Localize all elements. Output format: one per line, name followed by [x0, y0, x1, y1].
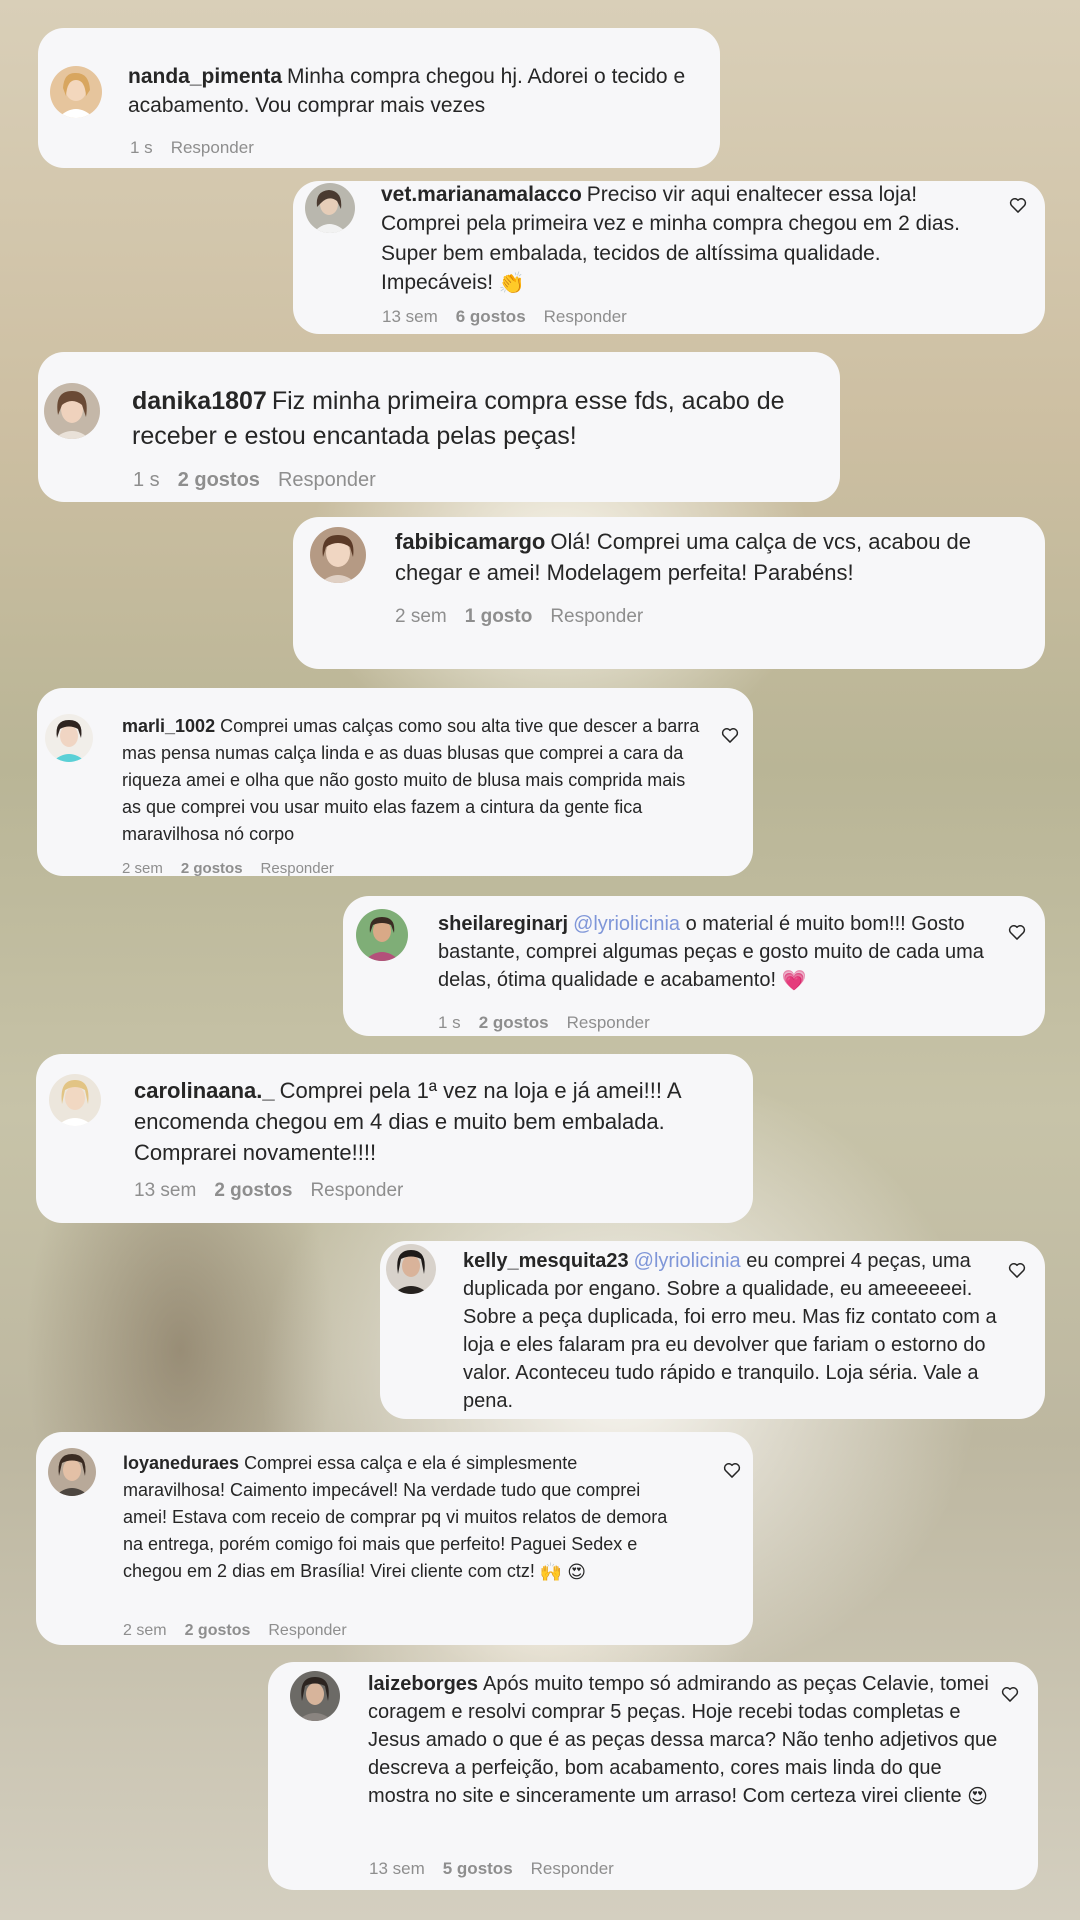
likes-count[interactable]: 2 gostos	[185, 1622, 251, 1639]
avatar[interactable]	[386, 1244, 436, 1294]
comment-time: 13 sem	[369, 1859, 425, 1878]
comment-username[interactable]: loyaneduraes	[123, 1453, 239, 1473]
likes-count[interactable]: 2 gostos	[181, 860, 243, 877]
comment-meta: 2 sem 2 gostos Responder	[122, 860, 352, 877]
reply-button[interactable]: Responder	[261, 860, 334, 877]
avatar[interactable]	[356, 909, 408, 961]
comment-text: loyaneduraes Comprei essa calça e ela é s…	[123, 1450, 683, 1586]
comment-text: danika1807 Fiz minha primeira compra esse…	[132, 384, 822, 454]
reply-button[interactable]: Responder	[567, 1013, 650, 1032]
comment-text: carolinaana._ Comprei pela 1ª vez na loja…	[134, 1076, 724, 1168]
avatar[interactable]	[48, 1448, 96, 1496]
comment-text: vet.marianamalacco Preciso vir aqui enalt…	[381, 180, 981, 298]
reply-button[interactable]: Responder	[171, 138, 254, 157]
comment-body: eu comprei 4 peças, uma duplicada por en…	[463, 1250, 997, 1412]
likes-count[interactable]: 2 gostos	[479, 1013, 549, 1032]
reply-button[interactable]: Responder	[550, 606, 643, 627]
reply-button[interactable]: Responder	[544, 307, 627, 326]
comment-card: loyaneduraes Comprei essa calça e ela é s…	[36, 1432, 753, 1645]
comment-time: 2 sem	[395, 606, 447, 627]
comment-text: kelly_mesquita23 @lyriolicinia eu comprei…	[463, 1247, 998, 1415]
avatar[interactable]	[50, 66, 102, 118]
comment-username[interactable]: danika1807	[132, 387, 267, 415]
raised-hands-heart-eyes-emoji-icon: 🙌 😍	[539, 1561, 587, 1582]
comment-card: sheilareginarj @lyriolicinia o material é…	[343, 896, 1045, 1036]
mention-link[interactable]: @lyriolicinia	[634, 1250, 741, 1272]
clap-emoji-icon: 👏	[498, 271, 526, 295]
like-heart-icon[interactable]	[1007, 922, 1027, 942]
comment-time: 2 sem	[123, 1622, 167, 1639]
comment-username[interactable]: marli_1002	[122, 716, 215, 736]
comment-username[interactable]: laizeborges	[368, 1673, 478, 1695]
comment-card: kelly_mesquita23 @lyriolicinia eu comprei…	[380, 1241, 1045, 1419]
comment-time: 1 s	[438, 1013, 461, 1032]
comment-card: nanda_pimenta Minha compra chegou hj. Ado…	[38, 28, 720, 168]
comment-card: laizeborges Após muito tempo só admirando…	[268, 1662, 1038, 1890]
comment-card: danika1807 Fiz minha primeira compra esse…	[38, 352, 840, 502]
comment-time: 2 sem	[122, 860, 163, 877]
likes-count[interactable]: 2 gostos	[214, 1180, 292, 1201]
comment-meta: 13 sem 6 gostos Responder	[382, 307, 645, 327]
comment-text: marli_1002 Comprei umas calças como sou a…	[122, 713, 704, 848]
comment-text: sheilareginarj @lyriolicinia o material é…	[438, 910, 998, 995]
comment-text: nanda_pimenta Minha compra chegou hj. Ado…	[128, 62, 698, 121]
comment-time: 13 sem	[134, 1180, 197, 1201]
avatar[interactable]	[45, 714, 93, 762]
comment-username[interactable]: nanda_pimenta	[128, 65, 282, 88]
like-heart-icon[interactable]	[720, 725, 740, 745]
comment-card: carolinaana._ Comprei pela 1ª vez na loja…	[36, 1054, 753, 1223]
reply-button[interactable]: Responder	[278, 469, 376, 491]
comment-meta: 2 sem 1 gosto Responder	[395, 606, 661, 628]
comment-time: 1 s	[130, 138, 153, 157]
likes-count[interactable]: 2 gostos	[178, 469, 260, 491]
likes-count[interactable]: 1 gosto	[465, 606, 533, 627]
comment-card: fabibicamargo Olá! Comprei uma calça de v…	[293, 517, 1045, 669]
avatar[interactable]	[310, 527, 366, 583]
comment-meta: 1 s Responder	[130, 138, 272, 158]
comment-username[interactable]: sheilareginarj	[438, 913, 568, 935]
like-heart-icon[interactable]	[1007, 1260, 1027, 1280]
comment-username[interactable]: fabibicamargo	[395, 529, 545, 554]
comment-text: fabibicamargo Olá! Comprei uma calça de v…	[395, 527, 1005, 589]
comment-time: 13 sem	[382, 307, 438, 326]
like-heart-icon[interactable]	[1000, 1684, 1020, 1704]
comment-card: marli_1002 Comprei umas calças como sou a…	[37, 688, 753, 877]
comment-time: 1 s	[133, 469, 160, 491]
reply-button[interactable]: Responder	[310, 1180, 403, 1201]
comment-meta: 2 sem 2 gostos Responder	[123, 1622, 365, 1640]
avatar[interactable]	[44, 383, 100, 439]
avatar[interactable]	[49, 1074, 101, 1126]
comment-text: laizeborges Após muito tempo só admirando…	[368, 1670, 998, 1811]
reply-button[interactable]: Responder	[268, 1622, 346, 1639]
heart-eyes-emoji-icon: 😍	[967, 1785, 988, 1808]
reply-button[interactable]: Responder	[531, 1859, 614, 1878]
likes-count[interactable]: 5 gostos	[443, 1859, 513, 1878]
pink-heart-emoji-icon: 💗	[781, 969, 807, 992]
avatar[interactable]	[305, 183, 355, 233]
comment-meta: 13 sem 5 gostos Responder	[369, 1859, 632, 1879]
comment-meta: 1 s 2 gostos Responder	[438, 1013, 668, 1033]
like-heart-icon[interactable]	[1008, 195, 1028, 215]
like-heart-icon[interactable]	[722, 1460, 742, 1480]
comment-username[interactable]: kelly_mesquita23	[463, 1250, 629, 1272]
comment-meta: 13 sem 2 gostos Responder	[134, 1180, 421, 1202]
avatar[interactable]	[290, 1671, 340, 1721]
mention-link[interactable]: @lyriolicinia	[573, 913, 680, 935]
comment-username[interactable]: vet.marianamalacco	[381, 183, 582, 206]
comment-meta: 1 s 2 gostos Responder	[133, 469, 394, 492]
likes-count[interactable]: 6 gostos	[456, 307, 526, 326]
comment-username[interactable]: carolinaana._	[134, 1078, 275, 1103]
comment-card: vet.marianamalacco Preciso vir aqui enalt…	[293, 181, 1045, 334]
